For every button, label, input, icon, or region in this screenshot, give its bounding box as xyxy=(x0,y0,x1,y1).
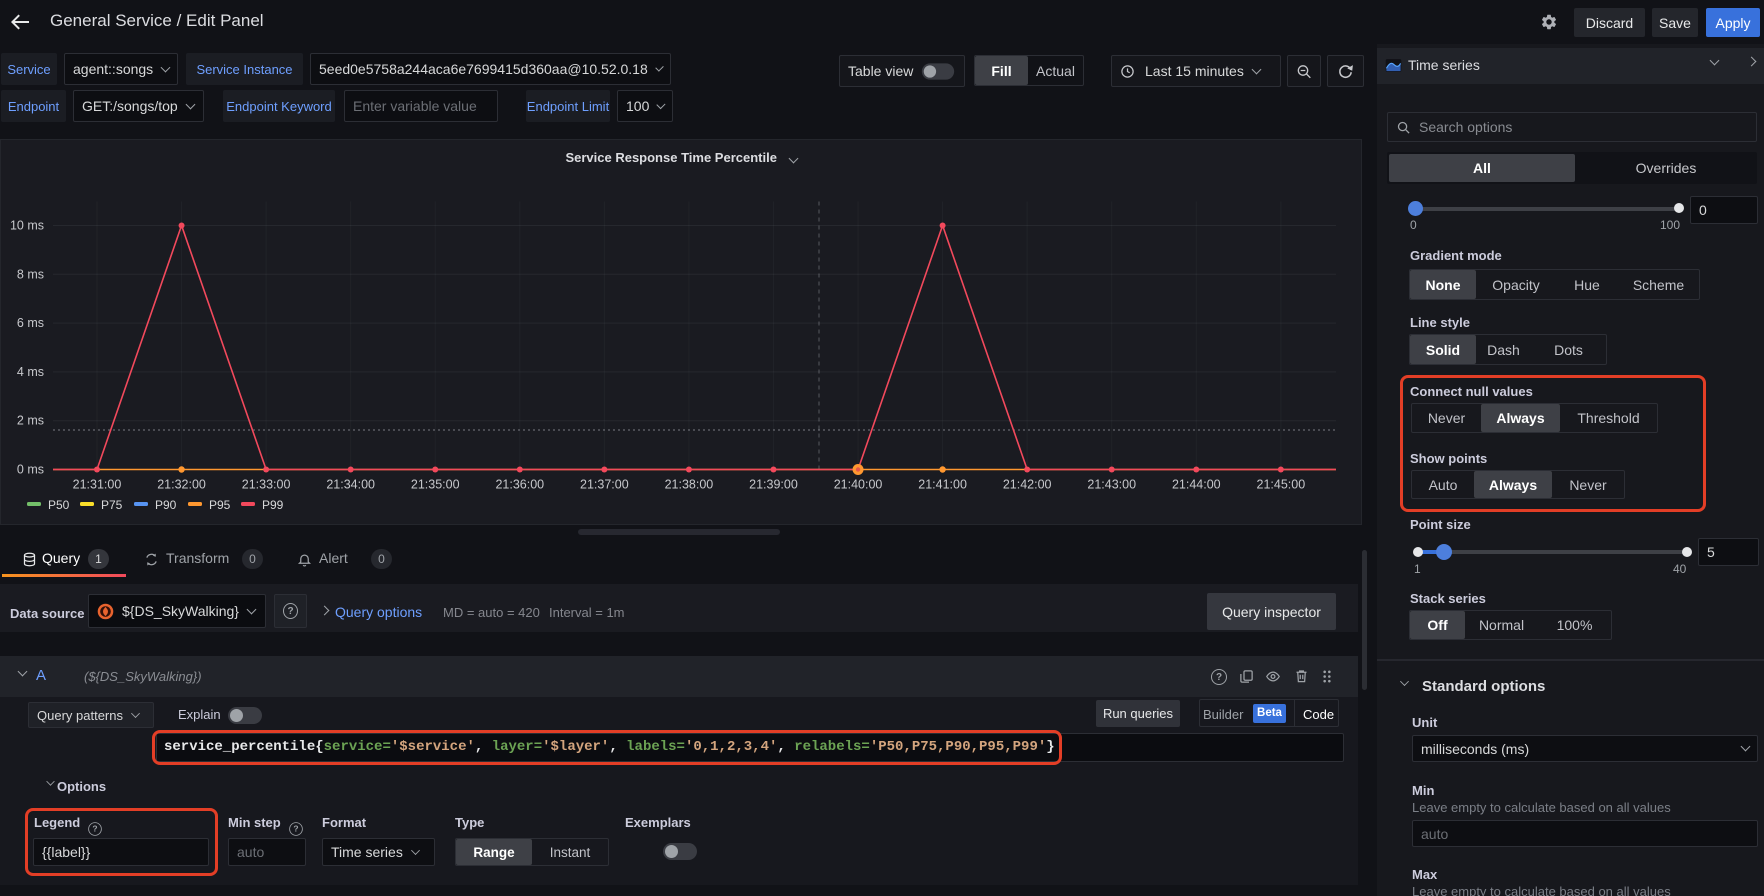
svg-text:21:40:00: 21:40:00 xyxy=(834,478,883,492)
svg-text:21:43:00: 21:43:00 xyxy=(1087,478,1136,492)
svg-text:10 ms: 10 ms xyxy=(10,219,44,233)
svg-text:21:38:00: 21:38:00 xyxy=(665,478,714,492)
svg-text:P95: P95 xyxy=(209,498,231,512)
svg-text:2 ms: 2 ms xyxy=(17,414,44,428)
svg-text:21:41:00: 21:41:00 xyxy=(918,478,967,492)
svg-text:21:32:00: 21:32:00 xyxy=(157,478,206,492)
svg-text:P90: P90 xyxy=(155,498,177,512)
svg-text:P75: P75 xyxy=(101,498,123,512)
svg-text:21:34:00: 21:34:00 xyxy=(326,478,375,492)
svg-text:8 ms: 8 ms xyxy=(17,267,44,281)
svg-text:0 ms: 0 ms xyxy=(17,463,44,477)
svg-text:21:36:00: 21:36:00 xyxy=(495,478,544,492)
svg-text:21:33:00: 21:33:00 xyxy=(242,478,291,492)
svg-text:21:31:00: 21:31:00 xyxy=(73,478,122,492)
svg-text:21:44:00: 21:44:00 xyxy=(1172,478,1221,492)
svg-text:4 ms: 4 ms xyxy=(17,365,44,379)
svg-text:P50: P50 xyxy=(48,498,70,512)
svg-text:21:45:00: 21:45:00 xyxy=(1257,478,1306,492)
svg-text:6 ms: 6 ms xyxy=(17,316,44,330)
svg-text:21:39:00: 21:39:00 xyxy=(749,478,798,492)
svg-text:21:37:00: 21:37:00 xyxy=(580,478,629,492)
svg-text:P99: P99 xyxy=(262,498,284,512)
svg-text:21:35:00: 21:35:00 xyxy=(411,478,460,492)
svg-text:21:42:00: 21:42:00 xyxy=(1003,478,1052,492)
